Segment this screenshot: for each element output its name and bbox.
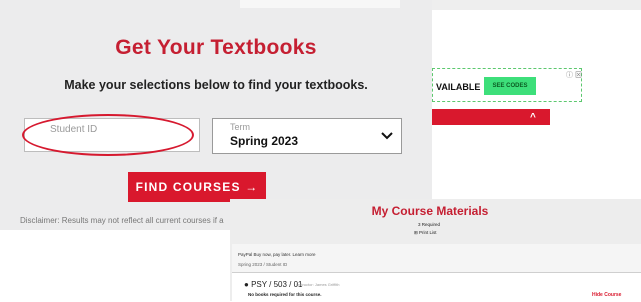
chevron-up-icon[interactable]: ^ (530, 112, 536, 123)
page-title: Get Your Textbooks (115, 36, 317, 59)
course-materials-title: My Course Materials (371, 204, 489, 218)
ad-text: VAILABLE (436, 82, 481, 92)
term-student-breadcrumb: Spring 2023 / Student ID (238, 262, 288, 267)
ad-close-icon[interactable]: ⓘ ⊠ (566, 70, 582, 80)
highlight-circle (22, 114, 194, 156)
term-selected-value: Spring 2023 (230, 134, 299, 148)
see-codes-button[interactable]: SEE CODES (484, 77, 536, 95)
course-title: ● PSY / 503 / 01 (244, 280, 303, 289)
paypal-text: PayPal Buy now, pay later. Learn more (238, 252, 316, 257)
page-subtitle: Make your selections below to find your … (64, 78, 368, 92)
print-list-link[interactable]: ⊞ Print List (414, 230, 437, 236)
chevron-down-icon[interactable] (380, 128, 394, 142)
top-ad-strip (240, 0, 400, 8)
hide-course-link[interactable]: Hide Course (592, 292, 621, 298)
term-label: Term (230, 122, 250, 132)
required-count: 3 Required (418, 222, 441, 227)
find-courses-button[interactable]: FIND COURSES → (128, 172, 266, 202)
no-books-message: No books required for this course. (248, 292, 322, 297)
course-instructor: Instructor: James Griffith (296, 282, 340, 287)
paypal-bar (232, 244, 641, 274)
disclaimer-text: Disclaimer: Results may not reflect all … (20, 216, 224, 225)
